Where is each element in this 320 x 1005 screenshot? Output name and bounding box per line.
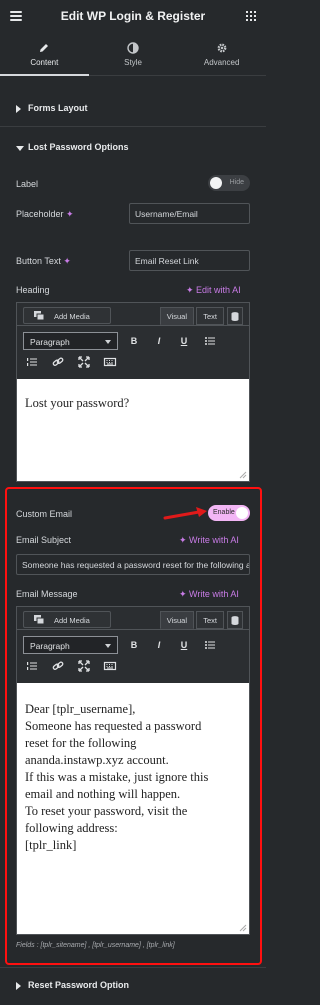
dynamic-tags-icon[interactable]: ✦ — [66, 209, 74, 219]
email-subject-label: Email Subject — [16, 535, 72, 545]
tab-label: Advanced — [203, 58, 240, 67]
label-hide-toggle[interactable]: Hide — [208, 175, 250, 191]
contrast-icon — [127, 42, 139, 54]
dynamic-tags-icon[interactable]: ✦ — [63, 256, 71, 266]
apps-grid-icon[interactable] — [246, 11, 256, 21]
heading-content-area[interactable]: Lost your password? — [17, 379, 249, 481]
resize-handle-icon[interactable] — [239, 471, 247, 479]
section-reset-password[interactable]: Reset Password Option — [0, 967, 266, 1003]
edit-with-ai-button[interactable]: ✦ Edit with AI — [186, 285, 241, 296]
chevron-down-icon — [105, 340, 111, 344]
heading-text: Lost your password? — [25, 396, 130, 410]
fullscreen-icon[interactable] — [77, 355, 91, 369]
email-message-editor: Add Media Visual Text Paragraph B I U De… — [16, 606, 250, 935]
editor-tabs: Content Style Advanced — [0, 34, 266, 76]
tab-content[interactable]: Content — [0, 34, 89, 76]
paragraph-select[interactable]: Paragraph — [23, 332, 118, 350]
tab-style[interactable]: Style — [89, 34, 178, 75]
red-arrow-annotation — [163, 507, 207, 520]
fields-hint: Fields : [tplr_sitename] , [tplr_usernam… — [16, 942, 175, 949]
text-tab[interactable]: Text — [196, 307, 224, 325]
caret-right-icon — [16, 105, 21, 113]
text-tab[interactable]: Text — [196, 611, 224, 629]
caret-down-icon — [16, 146, 24, 151]
add-media-button[interactable]: Add Media — [23, 307, 111, 324]
database-icon[interactable] — [227, 307, 243, 325]
editor-toolbar: Paragraph B I U — [17, 325, 249, 371]
custom-email-toggle[interactable]: Enable — [208, 505, 250, 521]
resize-handle-icon[interactable] — [239, 924, 247, 932]
pencil-icon — [40, 44, 49, 52]
media-icon — [34, 615, 45, 625]
section-title: Forms Layout — [28, 103, 88, 113]
email-message-label: Email Message — [16, 589, 78, 599]
fullscreen-icon[interactable] — [77, 659, 91, 673]
section-forms-layout[interactable]: Forms Layout — [0, 91, 266, 127]
tab-label: Style — [124, 58, 142, 67]
write-with-ai-button[interactable]: ✦ Write with AI — [179, 589, 239, 600]
write-with-ai-button[interactable]: ✦ Write with AI — [179, 535, 239, 546]
toggle-text: Enable — [213, 509, 235, 516]
panel-title: Edit WP Login & Register — [60, 9, 206, 23]
italic-button[interactable]: I — [152, 638, 166, 652]
placeholder-input[interactable]: Username/Email — [129, 203, 250, 224]
visual-tab[interactable]: Visual — [159, 611, 194, 629]
bullet-list-icon[interactable] — [203, 334, 217, 348]
tab-label: Content — [30, 58, 59, 67]
chevron-down-icon — [105, 644, 111, 648]
placeholder-label: Placeholder ✦ — [16, 209, 74, 219]
visual-tab[interactable]: Visual — [159, 307, 194, 325]
heading-label: Heading — [16, 285, 50, 295]
button-text-label: Button Text ✦ — [16, 256, 71, 266]
italic-button[interactable]: I — [152, 334, 166, 348]
custom-email-label: Custom Email — [16, 509, 73, 519]
heading-editor: Add Media Visual Text Paragraph B I U Lo… — [16, 302, 250, 482]
caret-right-icon — [16, 982, 21, 990]
tab-advanced[interactable]: Advanced — [177, 34, 266, 75]
bullet-list-icon[interactable] — [203, 638, 217, 652]
bold-button[interactable]: B — [127, 334, 141, 348]
underline-button[interactable]: U — [177, 638, 191, 652]
editor-toolbar: Paragraph B I U — [17, 629, 249, 675]
section-lost-password[interactable]: Lost Password Options — [0, 130, 266, 166]
link-icon[interactable] — [51, 659, 65, 673]
numbered-list-icon[interactable] — [25, 659, 39, 673]
toggle-text: Hide — [229, 179, 244, 186]
section-title: Reset Password Option — [28, 980, 130, 990]
media-icon — [34, 311, 45, 321]
bold-button[interactable]: B — [127, 638, 141, 652]
button-text-input[interactable]: Email Reset Link — [129, 250, 250, 271]
add-media-button[interactable]: Add Media — [23, 611, 111, 628]
link-icon[interactable] — [51, 355, 65, 369]
label-control-label: Label — [16, 179, 39, 189]
email-message-content-area[interactable]: Dear [tplr_username], Someone has reques… — [17, 683, 249, 934]
underline-button[interactable]: U — [177, 334, 191, 348]
paragraph-select[interactable]: Paragraph — [23, 636, 118, 654]
panel-header: Edit WP Login & Register — [0, 0, 266, 34]
numbered-list-icon[interactable] — [25, 355, 39, 369]
database-icon[interactable] — [227, 611, 243, 629]
keyboard-icon[interactable] — [103, 659, 117, 673]
keyboard-icon[interactable] — [103, 355, 117, 369]
section-title: Lost Password Options — [28, 142, 129, 152]
gear-icon — [217, 43, 227, 53]
email-message-text: Dear [tplr_username], Someone has reques… — [25, 702, 209, 852]
email-subject-input[interactable]: Someone has requested a password reset f… — [16, 554, 250, 575]
